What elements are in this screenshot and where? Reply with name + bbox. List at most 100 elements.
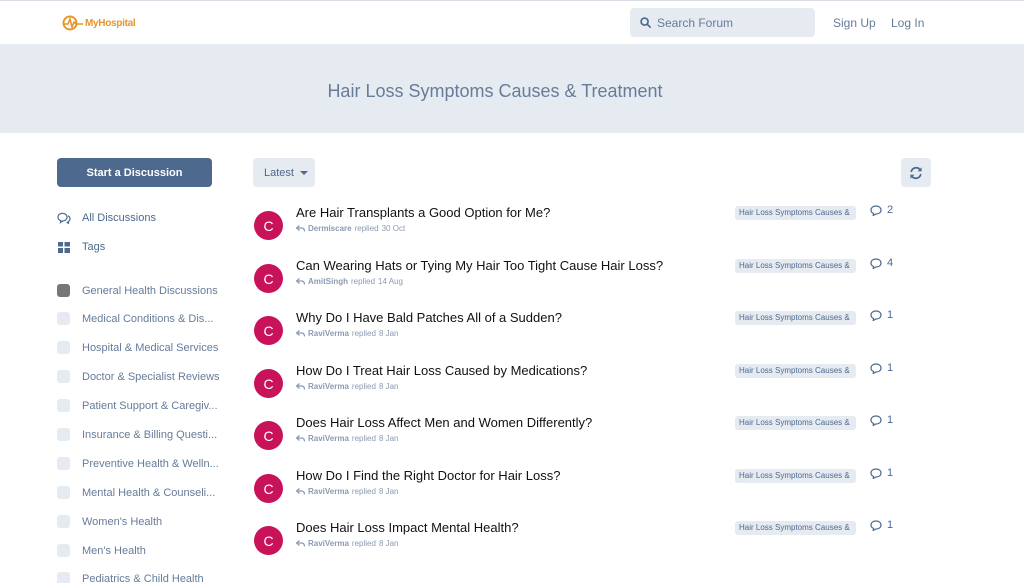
sidebar-tag-doctor-reviews[interactable]: Doctor & Specialist Reviews [57, 370, 220, 383]
reply-verb: replied [354, 224, 379, 233]
discussion-tag-badge[interactable]: Hair Loss Symptoms Causes & [735, 259, 856, 273]
reply-count: 1 [870, 362, 893, 374]
sidebar-tag-insurance-billing[interactable]: Insurance & Billing Questi... [57, 428, 217, 441]
discussion-meta: RaviVerma replied 8 Jan [296, 539, 399, 548]
reply-count-number: 1 [887, 414, 894, 426]
reply-count: 1 [870, 467, 893, 479]
sidebar-tag-pediatrics[interactable]: Pediatrics & Child Health [57, 572, 204, 583]
tag-color-swatch [57, 486, 70, 499]
start-discussion-button[interactable]: Start a Discussion [57, 158, 212, 187]
site-logo[interactable]: MyHospital [62, 15, 136, 31]
reply-date[interactable]: 8 Jan [379, 434, 399, 443]
reply-icon [296, 225, 305, 232]
avatar[interactable]: C [254, 474, 283, 503]
search-icon [640, 17, 651, 28]
reply-date[interactable]: 14 Aug [378, 277, 403, 286]
avatar[interactable]: C [254, 211, 283, 240]
comment-icon [870, 519, 882, 531]
reply-count: 1 [870, 414, 893, 426]
reply-verb: replied [351, 539, 376, 548]
refresh-icon [910, 166, 922, 179]
discussion-list-item[interactable]: C Does Hair Loss Affect Men and Women Di… [253, 414, 913, 461]
reply-count-number: 1 [887, 362, 894, 374]
discussion-title[interactable]: Does Hair Loss Impact Mental Health? [296, 520, 519, 535]
reply-date[interactable]: 8 Jan [379, 539, 399, 548]
comment-icon [870, 467, 882, 479]
discussion-title[interactable]: Does Hair Loss Affect Men and Women Diff… [296, 415, 592, 430]
discussion-tag-badge[interactable]: Hair Loss Symptoms Causes & [735, 206, 856, 220]
discussion-tag-badge[interactable]: Hair Loss Symptoms Causes & [735, 469, 856, 483]
discussion-list-item[interactable]: C Can Wearing Hats or Tying My Hair Too … [253, 257, 913, 304]
discussion-list-item[interactable]: C Why Do I Have Bald Patches All of a Su… [253, 309, 913, 356]
discussion-title[interactable]: How Do I Treat Hair Loss Caused by Medic… [296, 363, 587, 378]
sidebar-tag-label: Mental Health & Counseli... [82, 486, 216, 499]
sidebar-tag-hospital-services[interactable]: Hospital & Medical Services [57, 341, 218, 354]
reply-date[interactable]: 30 Oct [382, 224, 406, 233]
reply-verb: replied [351, 382, 376, 391]
discussion-title[interactable]: Are Hair Transplants a Good Option for M… [296, 205, 550, 220]
discussion-title[interactable]: How Do I Find the Right Doctor for Hair … [296, 468, 560, 483]
reply-icon [296, 540, 305, 547]
tag-color-swatch [57, 572, 70, 583]
sign-up-link[interactable]: Sign Up [833, 16, 876, 30]
avatar[interactable]: C [254, 316, 283, 345]
sidebar-tag-mens-health[interactable]: Men's Health [57, 544, 146, 557]
reply-date[interactable]: 8 Jan [379, 329, 399, 338]
reply-username[interactable]: AmitSingh [308, 277, 348, 286]
sidebar-tag-label: Hospital & Medical Services [82, 341, 219, 354]
reply-count-number: 1 [887, 309, 894, 321]
sidebar-tag-label: Patient Support & Caregiv... [82, 399, 218, 412]
sidebar-tag-label: Pediatrics & Child Health [82, 572, 204, 583]
caret-down-icon [299, 170, 308, 175]
sidebar-tag-medical-conditions[interactable]: Medical Conditions & Dis... [57, 312, 213, 325]
reply-username[interactable]: RaviVerma [308, 487, 349, 496]
discussion-tag-badge[interactable]: Hair Loss Symptoms Causes & [735, 311, 856, 325]
reply-username[interactable]: Dermiscare [308, 224, 352, 233]
reply-username[interactable]: RaviVerma [308, 382, 349, 391]
discussion-list-item[interactable]: C How Do I Find the Right Doctor for Hai… [253, 467, 913, 514]
log-in-link[interactable]: Log In [891, 16, 924, 30]
discussion-list-item[interactable]: C Are Hair Transplants a Good Option for… [253, 204, 913, 251]
reply-username[interactable]: RaviVerma [308, 434, 349, 443]
nav-tags[interactable]: Tags [57, 240, 105, 254]
tag-color-swatch [57, 399, 70, 412]
avatar[interactable]: C [254, 369, 283, 398]
reply-icon [296, 488, 305, 495]
discussion-tag-badge[interactable]: Hair Loss Symptoms Causes & [735, 364, 856, 378]
discussion-list-item[interactable]: C Does Hair Loss Impact Mental Health? R… [253, 519, 913, 566]
sidebar-tag-preventive-health[interactable]: Preventive Health & Welln... [57, 457, 219, 470]
discussion-tag-badge[interactable]: Hair Loss Symptoms Causes & [735, 416, 856, 430]
discussion-title[interactable]: Can Wearing Hats or Tying My Hair Too Ti… [296, 258, 663, 273]
avatar[interactable]: C [254, 264, 283, 293]
discussion-meta: RaviVerma replied 8 Jan [296, 329, 399, 338]
sidebar-tag-label: Insurance & Billing Questi... [82, 428, 218, 441]
refresh-button[interactable] [901, 158, 931, 187]
tag-color-swatch [57, 457, 70, 470]
reply-verb: replied [351, 277, 376, 286]
sidebar-tag-patient-support[interactable]: Patient Support & Caregiv... [57, 399, 218, 412]
sort-dropdown-button[interactable]: Latest [253, 158, 315, 187]
reply-date[interactable]: 8 Jan [379, 487, 399, 496]
avatar[interactable]: C [254, 421, 283, 450]
reply-date[interactable]: 8 Jan [379, 382, 399, 391]
sidebar-tag-general-health[interactable]: General Health Discussions [57, 284, 218, 297]
reply-username[interactable]: RaviVerma [308, 329, 349, 338]
comments-icon [57, 211, 71, 225]
search-box[interactable] [630, 8, 815, 37]
discussion-meta: RaviVerma replied 8 Jan [296, 434, 399, 443]
sidebar-tag-mental-health[interactable]: Mental Health & Counseli... [57, 486, 215, 499]
sidebar-tag-label: Medical Conditions & Dis... [82, 312, 214, 325]
discussion-list-item[interactable]: C How Do I Treat Hair Loss Caused by Med… [253, 362, 913, 409]
tag-color-swatch [57, 515, 70, 528]
comment-icon [870, 414, 882, 426]
discussion-title[interactable]: Why Do I Have Bald Patches All of a Sudd… [296, 310, 562, 325]
search-input[interactable] [657, 15, 807, 30]
sidebar-tag-label: Men's Health [82, 544, 146, 557]
sidebar-tag-label: General Health Discussions [82, 284, 218, 297]
discussion-tag-badge[interactable]: Hair Loss Symptoms Causes & [735, 521, 856, 535]
reply-username[interactable]: RaviVerma [308, 539, 349, 548]
sidebar-tag-womens-health[interactable]: Women's Health [57, 515, 162, 528]
nav-all-discussions[interactable]: All Discussions [57, 211, 156, 225]
avatar[interactable]: C [254, 526, 283, 555]
reply-icon [296, 278, 305, 285]
